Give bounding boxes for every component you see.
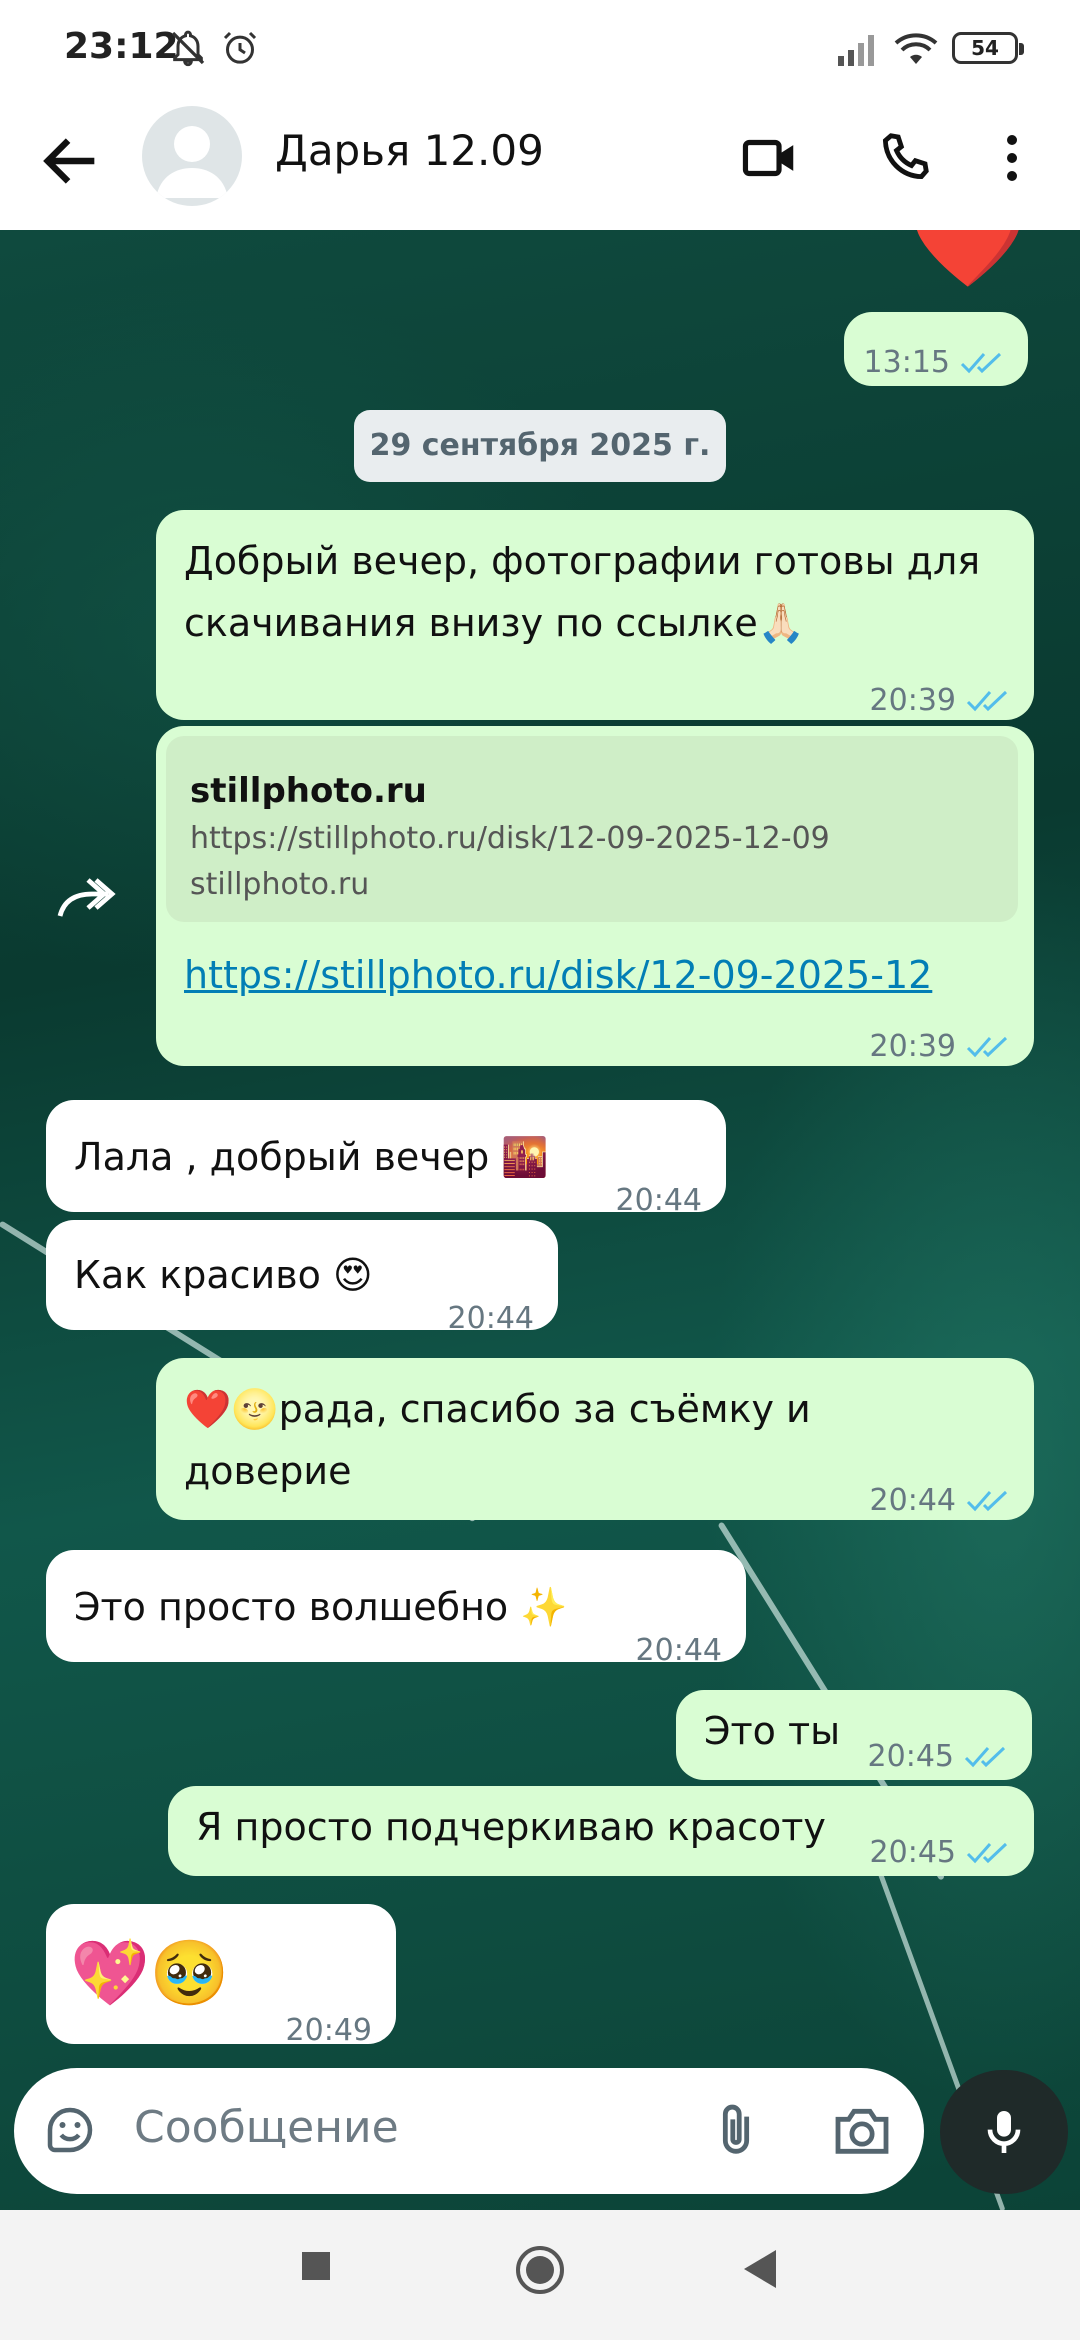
link-preview-card[interactable]: stillphoto.ru https://stillphoto.ru/disk… [166,736,1018,922]
phone-icon [882,133,929,180]
message-time: 20:44 [615,1183,702,1218]
attach-icon[interactable] [704,2098,768,2162]
message-text: 💖🥹 [70,1937,230,2011]
message-bubble-out[interactable]: Я просто подчеркиваю красоту 20:45 [168,1786,1034,1876]
avatar[interactable] [142,106,242,206]
video-call-icon [742,139,794,177]
message-bubble-in[interactable]: 💖🥹 20:49 [46,1904,396,2048]
link-preview-url: https://stillphoto.ru/disk/12-09-2025-12… [190,821,830,856]
sticker-icon[interactable] [40,2100,100,2160]
message-bubble-in[interactable]: Лала , добрый вечер 🌇 20:44 [46,1100,726,1218]
camera-icon[interactable] [830,2100,894,2160]
message-bubble-out[interactable]: 13:15 [844,312,1028,386]
message-time: 20:44 [447,1301,534,1336]
back-arrow-icon [43,138,95,184]
read-ticks-icon [966,1036,1008,1058]
message-time: 20:39 [869,683,956,718]
message-time: 20:44 [635,1633,722,1668]
link-message-bubble[interactable]: stillphoto.ru https://stillphoto.ru/disk… [156,726,1034,1066]
alarm-icon [223,31,257,64]
message-time: 20:44 [869,1483,956,1518]
more-vert-icon [1007,135,1017,181]
message-time: 20:45 [867,1739,954,1774]
video-call-button[interactable] [732,120,808,196]
mic-icon [987,2111,1021,2153]
message-text: Это ты [704,1709,841,1753]
read-ticks-icon [960,352,1002,374]
link-preview-domain: stillphoto.ru [190,867,370,902]
bell-off-icon [171,30,205,67]
message-bubble-out[interactable]: Это ты 20:45 [676,1690,1032,1780]
reaction-heart[interactable]: ❤️ [908,230,1028,286]
message-text: Это просто волшебно ✨ [74,1585,568,1629]
message-time: 20:45 [869,1835,956,1870]
more-options-button[interactable] [982,120,1042,196]
message-text: Добрый вечер, фотографии готовы для скач… [184,539,981,645]
forward-icon[interactable] [56,872,120,922]
message-bubble-in[interactable]: Это просто волшебно ✨ 20:44 [46,1550,746,1668]
voice-record-button[interactable] [940,2070,1068,2194]
chat-header: Дарья 12.09 [0,96,1080,230]
message-time: 20:49 [285,2013,372,2048]
recents-icon[interactable] [300,2250,332,2282]
default-avatar-icon [156,126,228,198]
message-time: 13:15 [863,345,950,380]
signal-icon [838,35,874,66]
chat-area[interactable]: ❤️ 13:15 29 сентября 2025 г. Добрый вече… [0,230,1080,2210]
message-text: Я просто подчеркиваю красоту [196,1805,826,1849]
battery-indicator: 54 [952,32,1024,64]
date-separator: 29 сентября 2025 г. [354,410,726,482]
message-text: ❤️🌝рада, спасибо за съёмку и доверие [184,1387,811,1493]
status-time: 23:12 [64,26,179,67]
read-ticks-icon [966,1490,1008,1512]
read-ticks-icon [964,1746,1006,1768]
message-time: 20:39 [869,1029,956,1064]
back-icon[interactable] [742,2248,778,2290]
read-ticks-icon [966,690,1008,712]
message-link[interactable]: https://stillphoto.ru/disk/12-09-2025-12 [184,944,932,1006]
wifi-icon [894,33,938,64]
message-bubble-in[interactable]: Как красиво 😍 20:44 [46,1220,558,1336]
message-composer[interactable]: Сообщение [14,2068,924,2194]
read-ticks-icon [966,1842,1008,1864]
link-preview-title: stillphoto.ru [190,771,427,811]
message-text: Лала , добрый вечер 🌇 [74,1135,549,1179]
contact-name[interactable]: Дарья 12.09 [275,126,544,175]
message-input[interactable]: Сообщение [134,2102,399,2153]
message-text: Как красиво 😍 [74,1253,373,1297]
voice-call-button[interactable] [866,120,942,196]
message-bubble-out[interactable]: Добрый вечер, фотографии готовы для скач… [156,510,1034,720]
back-button[interactable] [36,126,106,196]
home-icon[interactable] [514,2244,566,2296]
status-bar: 23:12 54 [0,0,1080,96]
message-bubble-out[interactable]: ❤️🌝рада, спасибо за съёмку и доверие 20:… [156,1358,1034,1520]
system-nav-bar [0,2210,1080,2340]
